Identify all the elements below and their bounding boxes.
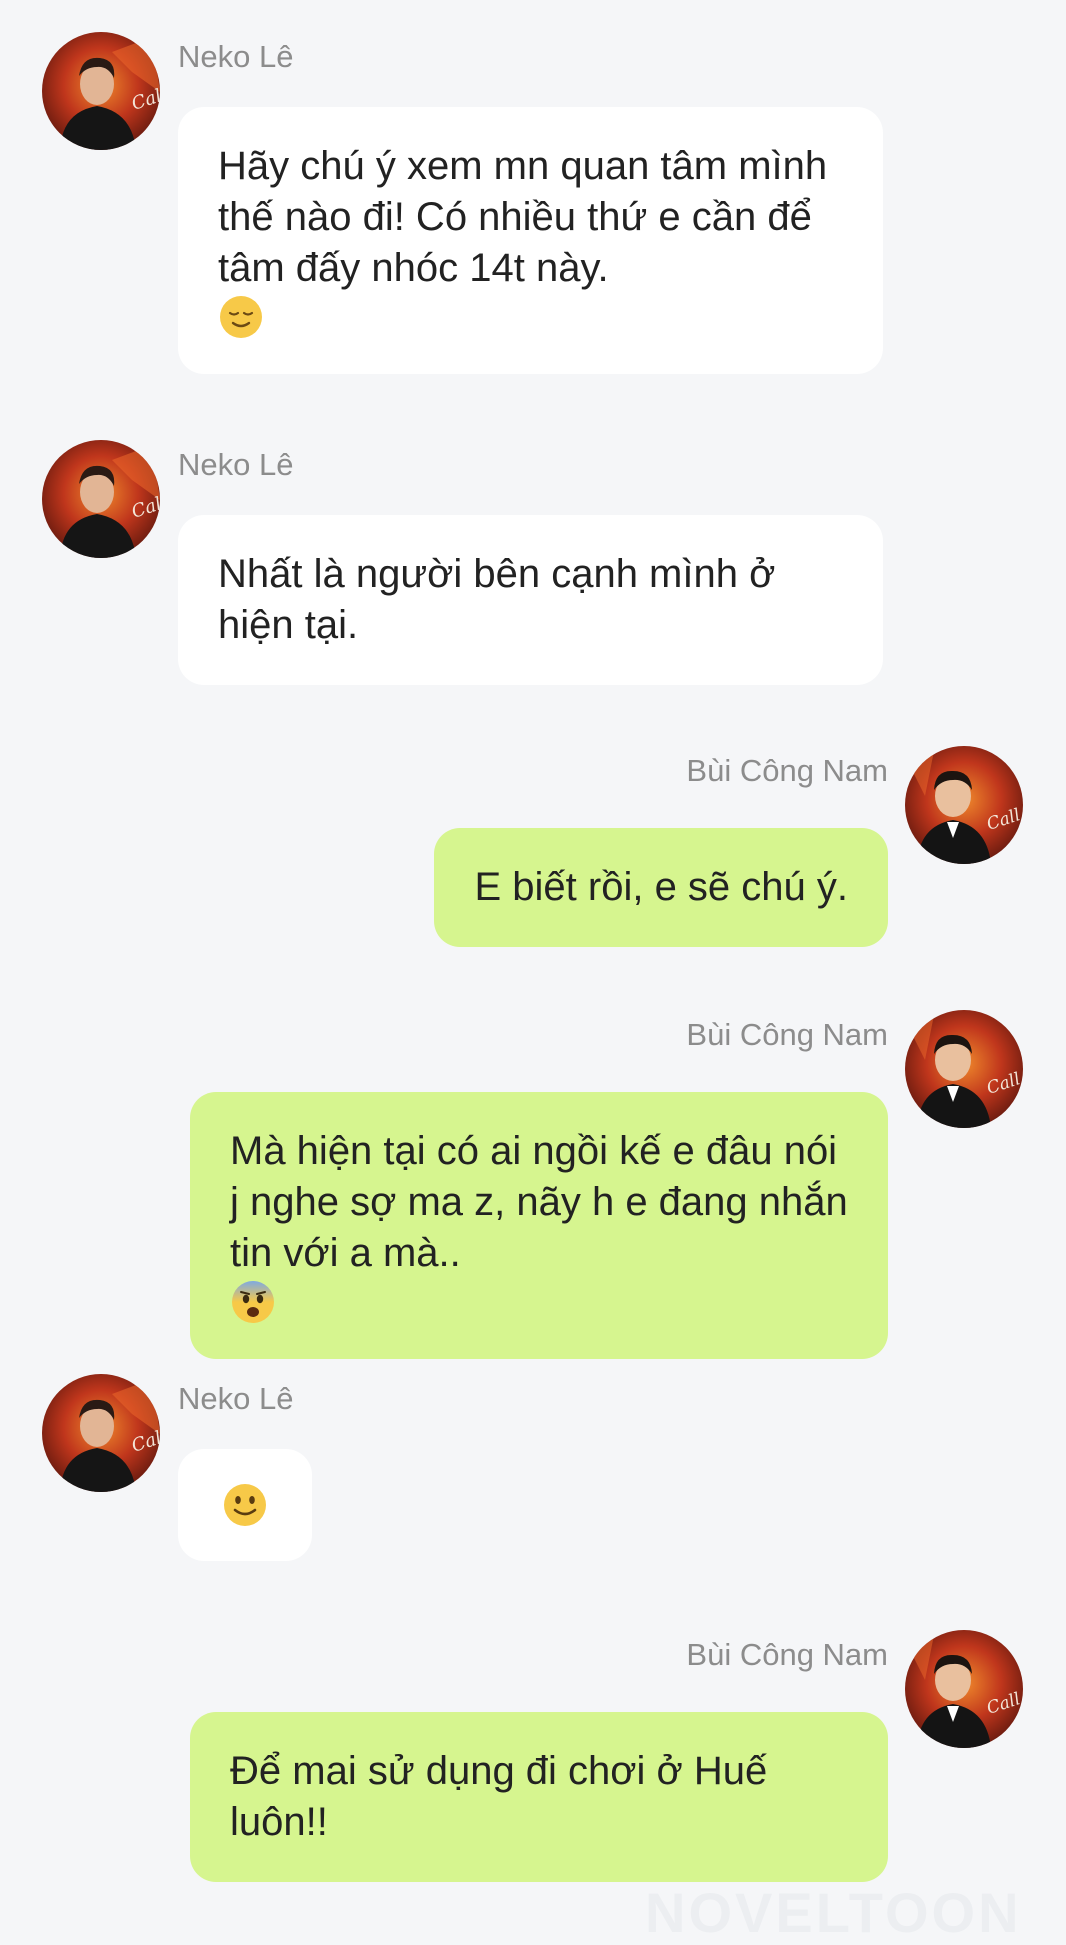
message-bubble[interactable]: Để mai sử dụng đi chơi ở Huế luôn!! [190, 1712, 888, 1882]
relieved-face-emoji [218, 294, 264, 340]
sender-name: Neko Lê [178, 39, 294, 74]
message-bubble[interactable] [178, 1449, 312, 1561]
fearful-face-emoji [230, 1279, 276, 1325]
sender-name: Neko Lê [178, 447, 294, 482]
message-text: E biết rồi, e sẽ chú ý. [474, 865, 848, 909]
avatar[interactable]: Call [905, 1630, 1023, 1748]
message-bubble[interactable]: E biết rồi, e sẽ chú ý. [434, 828, 888, 947]
sender-name: Bùi Công Nam [686, 1637, 888, 1672]
sender-name: Bùi Công Nam [686, 753, 888, 788]
message-bubble[interactable]: Mà hiện tại có ai ngồi kế e đâu nói j ng… [190, 1092, 888, 1359]
message-text: Để mai sử dụng đi chơi ở Huế luôn!! [230, 1749, 768, 1844]
message-text: Hãy chú ý xem mn quan tâm mình thế nào đ… [218, 144, 828, 290]
avatar[interactable]: Call [905, 746, 1023, 864]
avatar[interactable]: Call [42, 1374, 160, 1492]
watermark: NOVELTOON [645, 1881, 1022, 1944]
avatar[interactable]: Call [905, 1010, 1023, 1128]
sender-name: Bùi Công Nam [686, 1017, 888, 1052]
message-text: Mà hiện tại có ai ngồi kế e đâu nói j ng… [230, 1129, 848, 1275]
message-bubble[interactable]: Hãy chú ý xem mn quan tâm mình thế nào đ… [178, 107, 883, 374]
avatar[interactable]: Call [42, 440, 160, 558]
sender-name: Neko Lê [178, 1381, 294, 1416]
slightly-smiling-face-emoji [222, 1482, 268, 1528]
avatar[interactable]: Call [42, 32, 160, 150]
message-text: Nhất là người bên cạnh mình ở hiện tại. [218, 552, 776, 647]
message-bubble[interactable]: Nhất là người bên cạnh mình ở hiện tại. [178, 515, 883, 685]
